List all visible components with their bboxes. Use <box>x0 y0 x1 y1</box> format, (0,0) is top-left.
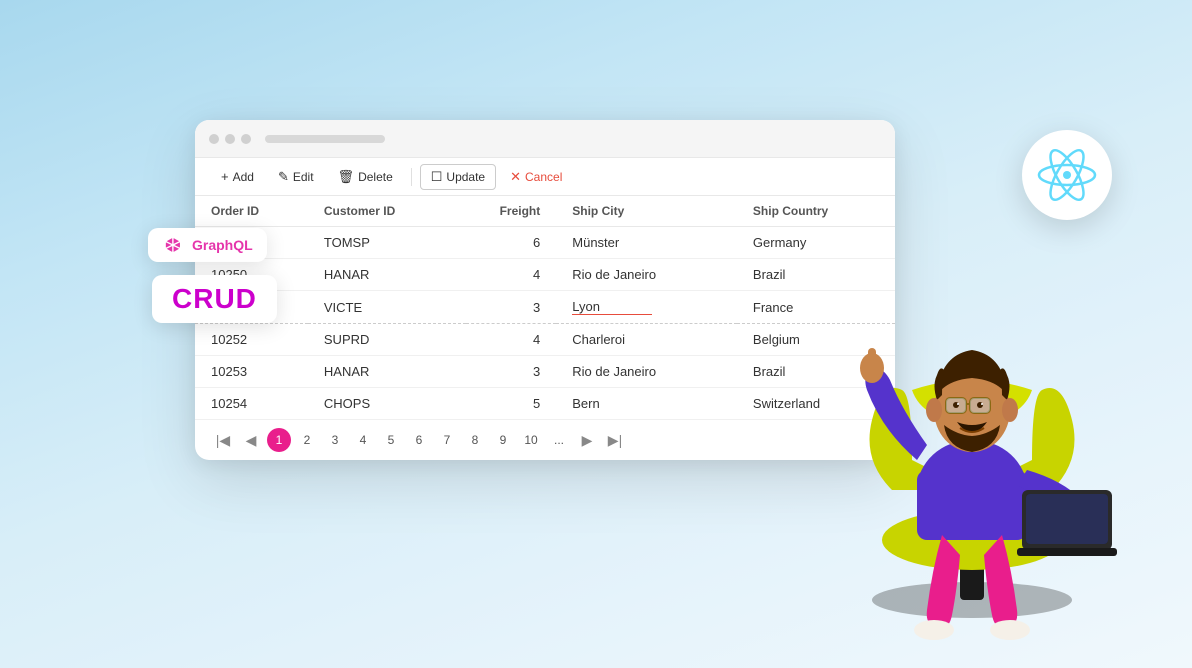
cancel-label: Cancel <box>525 170 562 184</box>
cell-freight-1: 4 <box>466 259 556 291</box>
cell-customer_id-5: CHOPS <box>308 388 466 420</box>
cell-ship_city-2 <box>556 291 737 324</box>
crud-badge-text: CRUD <box>172 283 257 314</box>
cell-freight-3: 4 <box>466 324 556 356</box>
edit-button[interactable]: ✎ Edit <box>268 165 324 189</box>
url-bar <box>265 135 385 143</box>
update-button[interactable]: ☐ Update <box>420 164 496 190</box>
topbar-dot-1 <box>209 134 219 144</box>
cell-ship_city-5: Bern <box>556 388 737 420</box>
graphql-badge: GraphQL <box>148 228 267 262</box>
add-button[interactable]: + Add <box>211 165 264 188</box>
cancel-icon: ✕ <box>510 169 521 185</box>
delete-icon: 🗑 <box>338 169 355 185</box>
page-prev-button[interactable]: ◀ <box>239 428 263 452</box>
update-icon: ☐ <box>431 169 443 185</box>
cell-customer_id-4: HANAR <box>308 356 466 388</box>
page-3-button[interactable]: 3 <box>323 428 347 452</box>
react-logo-circle <box>1022 130 1112 220</box>
graphql-logo-icon <box>162 234 184 256</box>
react-logo-icon <box>1037 145 1097 205</box>
page-8-button[interactable]: 8 <box>463 428 487 452</box>
page-4-button[interactable]: 4 <box>351 428 375 452</box>
character-svg <box>782 180 1162 660</box>
delete-button[interactable]: 🗑 Delete <box>328 165 403 189</box>
panel-topbar <box>195 120 895 158</box>
page-6-button[interactable]: 6 <box>407 428 431 452</box>
crud-badge: CRUD <box>152 275 277 323</box>
cell-freight-0: 6 <box>466 227 556 259</box>
page-1-button[interactable]: 1 <box>267 428 291 452</box>
page-last-button[interactable]: ▶| <box>603 428 627 452</box>
cell-freight-5: 5 <box>466 388 556 420</box>
cell-order_id-4: 10253 <box>195 356 308 388</box>
col-header-ship-city: Ship City <box>556 196 737 227</box>
topbar-dot-2 <box>225 134 235 144</box>
cell-ship_city-4: Rio de Janeiro <box>556 356 737 388</box>
edit-label: Edit <box>293 170 314 184</box>
cell-order_id-5: 10254 <box>195 388 308 420</box>
edit-icon: ✎ <box>278 169 289 185</box>
character-illustration <box>782 180 1162 660</box>
col-header-customer-id: Customer ID <box>308 196 466 227</box>
page-next-button[interactable]: ▶ <box>575 428 599 452</box>
cell-customer_id-0: TOMSP <box>308 227 466 259</box>
topbar-dot-3 <box>241 134 251 144</box>
add-label: Add <box>233 170 254 184</box>
cell-ship_city-3: Charleroi <box>556 324 737 356</box>
add-icon: + <box>221 169 229 184</box>
cell-customer_id-3: SUPRD <box>308 324 466 356</box>
cell-customer_id-1: HANAR <box>308 259 466 291</box>
page-9-button[interactable]: 9 <box>491 428 515 452</box>
page-2-button[interactable]: 2 <box>295 428 319 452</box>
cell-order_id-3: 10252 <box>195 324 308 356</box>
update-label: Update <box>446 170 485 184</box>
page-7-button[interactable]: 7 <box>435 428 459 452</box>
delete-label: Delete <box>358 170 393 184</box>
toolbar-separator <box>411 168 412 186</box>
cell-ship_city-1: Rio de Janeiro <box>556 259 737 291</box>
cell-ship_city-0: Münster <box>556 227 737 259</box>
edit-input-ship_city-2[interactable] <box>572 299 652 315</box>
cell-freight-2: 3 <box>466 291 556 324</box>
page-ellipsis[interactable]: ... <box>547 428 571 452</box>
page-first-button[interactable]: |◀ <box>211 428 235 452</box>
cell-freight-4: 3 <box>466 356 556 388</box>
col-header-order-id: Order ID <box>195 196 308 227</box>
cancel-button[interactable]: ✕ Cancel <box>500 165 572 189</box>
page-10-button[interactable]: 10 <box>519 428 543 452</box>
graphql-badge-text: GraphQL <box>192 237 253 253</box>
cell-customer_id-2: VICTE <box>308 291 466 324</box>
col-header-freight: Freight <box>466 196 556 227</box>
page-5-button[interactable]: 5 <box>379 428 403 452</box>
